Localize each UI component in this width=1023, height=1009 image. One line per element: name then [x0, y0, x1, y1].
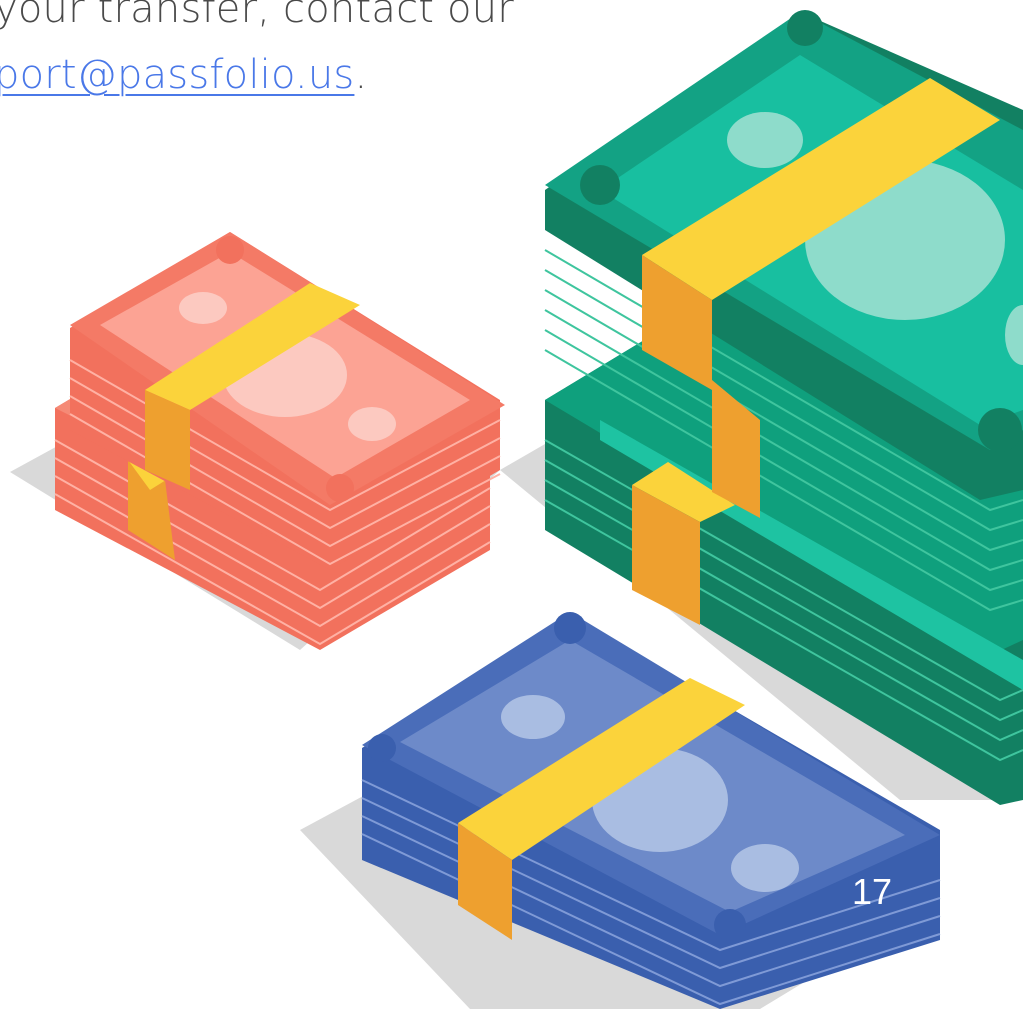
- page-number: 17: [852, 871, 893, 912]
- money-stacks-illustration: [10, 10, 1023, 1009]
